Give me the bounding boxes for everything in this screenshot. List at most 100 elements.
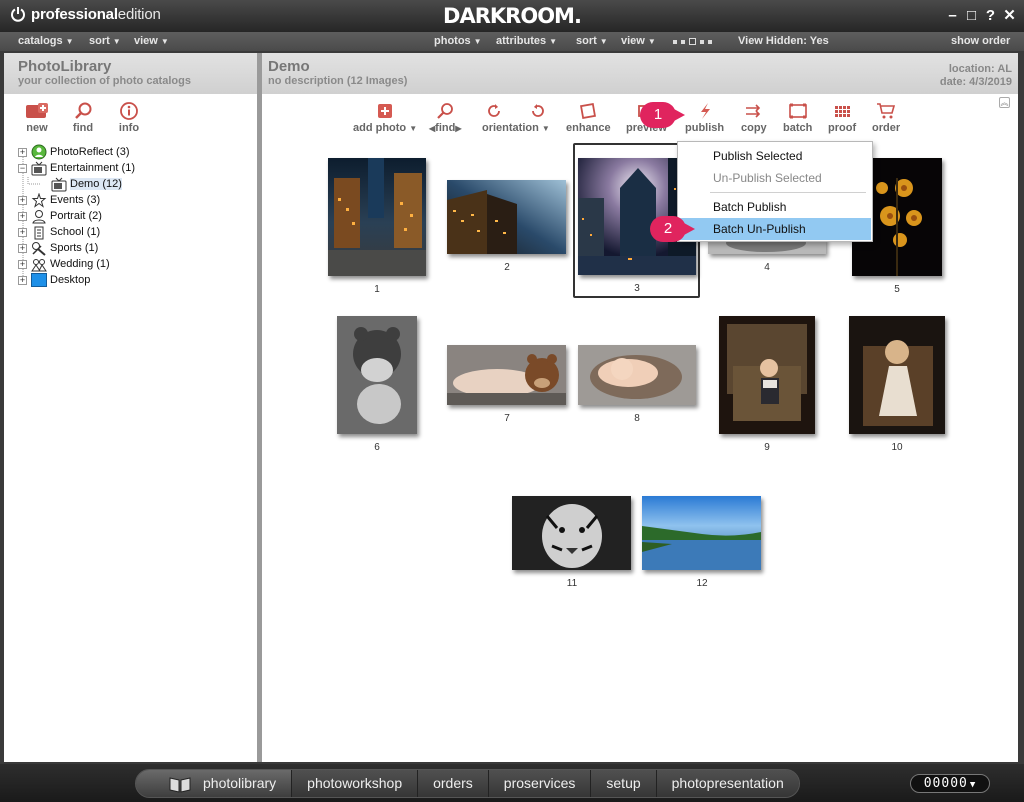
photo-thumbnail[interactable] — [447, 345, 566, 405]
photo-thumbnail[interactable] — [337, 316, 417, 434]
enhance-button[interactable]: enhance — [566, 100, 611, 134]
photo-caption: 8 — [634, 413, 640, 424]
counter-value: 00000 — [923, 776, 968, 791]
menu-catalogs[interactable]: catalogs ▼ — [18, 35, 74, 47]
tree-node-label: Events (3) — [50, 194, 101, 206]
menu-item-batch-publish[interactable]: Batch Publish — [679, 196, 871, 218]
photo-caption: 3 — [634, 283, 640, 294]
menu-view-library[interactable]: view ▼ — [134, 35, 169, 47]
view-hidden-toggle[interactable]: View Hidden: Yes — [738, 35, 829, 47]
add-photo-button[interactable]: add photo ▼ — [353, 100, 417, 134]
expand-icon[interactable]: + — [18, 275, 27, 285]
rotate-left-icon — [532, 104, 544, 117]
tree-node-demo[interactable]: Demo (12) — [18, 176, 257, 192]
batch-button[interactable]: batch — [783, 100, 812, 134]
help-button[interactable]: ? — [982, 5, 999, 25]
menu-separator — [710, 192, 866, 193]
expand-icon[interactable]: + — [18, 211, 27, 221]
chevron-down-icon: ▼ — [112, 37, 121, 46]
portrait-icon — [31, 209, 46, 223]
photo-thumbnail[interactable] — [578, 345, 696, 405]
module-tabs: photolibrary photoworkshop orders proser… — [135, 769, 800, 798]
show-order-button[interactable]: show order — [951, 35, 1010, 47]
thumbnail-size-selector[interactable] — [673, 38, 712, 45]
size-dot-selected-icon[interactable] — [689, 38, 696, 45]
size-dot-icon[interactable] — [673, 39, 677, 44]
tree-node-photoreflect[interactable]: + PhotoReflect (3) — [18, 144, 257, 160]
menu-sort-library[interactable]: sort ▼ — [89, 35, 121, 47]
maximize-button[interactable]: □ — [963, 5, 980, 25]
photo-thumbnail[interactable] — [447, 180, 566, 254]
tree-node-label: Entertainment (1) — [50, 162, 135, 174]
new-catalog-button[interactable]: new — [14, 100, 60, 140]
catalog-description: no description (12 Images) — [268, 75, 408, 87]
library-subtitle: your collection of photo catalogs — [18, 75, 191, 87]
catalog-date: date: 4/3/2019 — [939, 76, 1012, 88]
menu-item-unpublish-selected[interactable]: Un-Publish Selected — [679, 167, 871, 189]
photo-caption: 11 — [566, 578, 578, 589]
tab-setup[interactable]: setup — [590, 770, 656, 797]
chevron-down-icon: ▼ — [969, 780, 977, 790]
tree-node-events[interactable]: + Events (3) — [18, 192, 257, 208]
photo-thumbnail[interactable] — [719, 316, 815, 434]
size-dot-icon[interactable] — [681, 39, 685, 44]
menu-photos[interactable]: photos ▼ — [434, 35, 482, 47]
info-button[interactable]: info — [106, 100, 152, 140]
tree-node-school[interactable]: + School (1) — [18, 224, 257, 240]
menu-item-publish-selected[interactable]: Publish Selected — [679, 145, 871, 167]
photo-thumbnail[interactable] — [849, 316, 945, 434]
minimize-button[interactable]: – — [944, 5, 961, 25]
chevron-down-icon: ▼ — [647, 37, 656, 46]
tab-proservices[interactable]: proservices — [487, 770, 591, 797]
menu-view-photos[interactable]: view ▼ — [621, 35, 656, 47]
publish-label: publish — [685, 122, 725, 134]
orientation-button[interactable]: orientation ▼ — [482, 100, 550, 134]
tree-node-entertainment[interactable]: − Entertainment (1) — [18, 160, 257, 176]
expand-icon[interactable]: + — [18, 243, 27, 253]
chevron-down-icon: ▼ — [549, 37, 558, 46]
expand-icon[interactable]: + — [18, 147, 27, 157]
menu-view-label: view — [134, 35, 158, 47]
photo-thumbnail[interactable] — [512, 496, 631, 570]
tree-node-label: Sports (1) — [50, 242, 99, 254]
photo-caption: 4 — [764, 262, 770, 273]
find-photo-button[interactable]: ◀find▶ — [429, 100, 461, 134]
size-dot-icon[interactable] — [708, 39, 712, 44]
expand-icon[interactable]: + — [18, 259, 27, 269]
expand-icon[interactable]: + — [18, 227, 27, 237]
menu-item-batch-unpublish[interactable]: Batch Un-Publish — [679, 218, 871, 240]
menu-view-photos-label: view — [621, 35, 645, 47]
tree-node-portrait[interactable]: + Portrait (2) — [18, 208, 257, 224]
copy-button[interactable]: copy — [741, 100, 767, 134]
menu-sort-photos[interactable]: sort ▼ — [576, 35, 608, 47]
tree-node-label: Demo (12) — [70, 178, 122, 190]
publish-lightning-icon — [700, 103, 710, 119]
collapse-icon[interactable]: − — [18, 163, 27, 173]
photo-thumbnail[interactable] — [642, 496, 761, 570]
menu-attributes[interactable]: attributes ▼ — [496, 35, 557, 47]
proof-button[interactable]: proof — [828, 100, 856, 134]
tree-node-desktop[interactable]: + Desktop — [18, 272, 257, 288]
size-dot-icon[interactable] — [700, 39, 704, 44]
publish-button[interactable]: publish — [685, 100, 724, 134]
expand-icon[interactable]: + — [18, 195, 27, 205]
chevron-right-icon[interactable]: ▶ — [455, 124, 461, 133]
find-catalog-button[interactable]: find — [60, 100, 106, 140]
tab-photopresentation[interactable]: photopresentation — [655, 770, 799, 797]
close-button[interactable]: ✕ — [1001, 5, 1018, 25]
tab-photoworkshop[interactable]: photoworkshop — [291, 770, 418, 797]
darkroom-app: professionaledition DARKROOM. – □ ? ✕ ca… — [0, 0, 1024, 802]
tab-orders[interactable]: orders — [417, 770, 488, 797]
photo-thumbnail[interactable] — [328, 158, 426, 276]
tree-node-wedding[interactable]: + Wedding (1) — [18, 256, 257, 272]
menu-photos-label: photos — [434, 35, 471, 47]
tab-photolibrary[interactable]: photolibrary — [136, 770, 292, 797]
tree-node-label: PhotoReflect (3) — [50, 146, 130, 158]
photo-caption: 10 — [891, 442, 903, 453]
collapse-toolbar-icon[interactable]: ︽ — [999, 97, 1010, 108]
tree-node-sports[interactable]: + Sports (1) — [18, 240, 257, 256]
order-button[interactable]: order — [872, 100, 900, 134]
order-counter[interactable]: 00000 ▼ — [910, 774, 990, 793]
power-icon[interactable] — [10, 6, 26, 22]
step-callout-2: 2 — [650, 216, 695, 242]
